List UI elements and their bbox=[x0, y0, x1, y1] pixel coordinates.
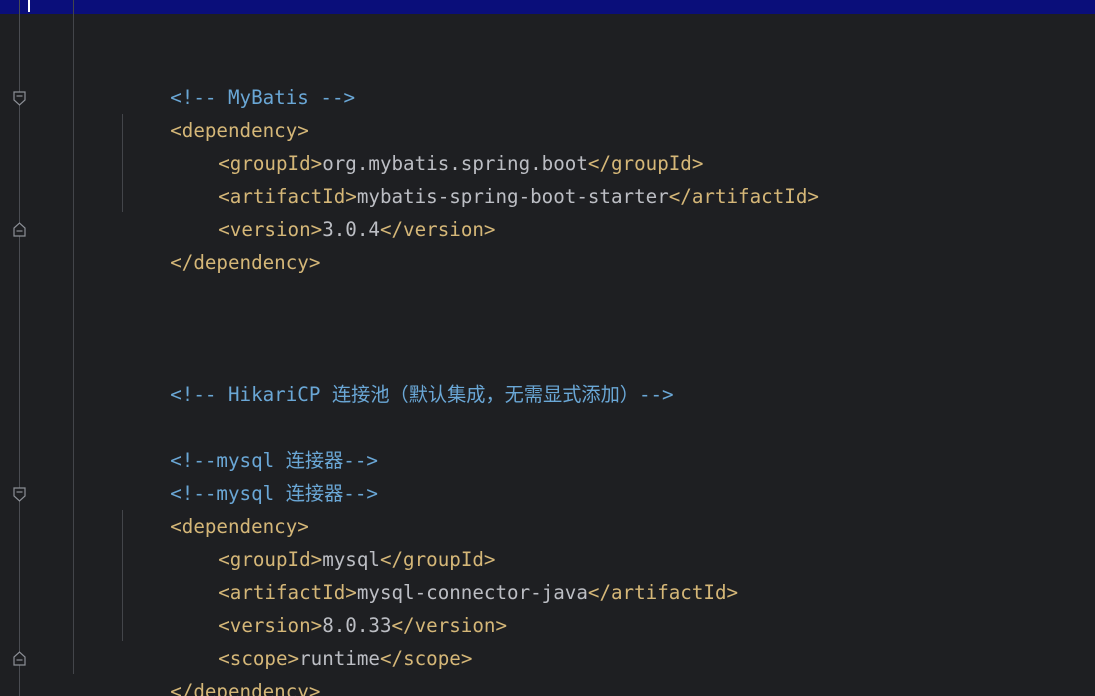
fold-close-icon[interactable] bbox=[13, 222, 26, 237]
xml-comment: <!-- HikariCP 连接池（默认集成，无需显式添加）--> bbox=[170, 383, 674, 406]
indent-guide-mysql-block bbox=[122, 510, 123, 641]
code-line: <dependency> bbox=[124, 477, 309, 538]
xml-close-tag: </dependency> bbox=[170, 251, 321, 274]
indent-guide-outer bbox=[73, 0, 74, 674]
code-line: <!--mysql 连接器--> bbox=[124, 411, 378, 472]
current-line-highlight bbox=[0, 0, 1095, 14]
code-editor[interactable]: <!-- MyBatis --> <dependency> <groupId>o… bbox=[0, 0, 1095, 696]
code-line: <dependency> bbox=[124, 81, 309, 142]
code-line: </dependency> bbox=[124, 642, 320, 696]
fold-open-icon[interactable] bbox=[13, 91, 26, 106]
indent-guide-mybatis-block bbox=[122, 114, 123, 212]
code-line: <!-- HikariCP 连接池（默认集成，无需显式添加）--> bbox=[124, 345, 673, 406]
fold-close-icon[interactable] bbox=[13, 651, 26, 666]
xml-close-tag: </version> bbox=[379, 218, 496, 241]
code-line: <artifactId>mysql-connector-java</artifa… bbox=[172, 543, 738, 604]
xml-close-tag: </scope> bbox=[379, 647, 473, 670]
editor-gutter bbox=[0, 0, 40, 696]
code-line: <version>8.0.33</version> bbox=[172, 576, 507, 637]
xml-value: 3.0.4 bbox=[322, 218, 380, 241]
code-line: <artifactId>mybatis-spring-boot-starter<… bbox=[172, 147, 819, 208]
xml-close-tag: </dependency> bbox=[170, 680, 321, 696]
code-line: <version>3.0.4</version> bbox=[172, 180, 495, 241]
fold-open-icon[interactable] bbox=[13, 487, 26, 502]
code-line: <!--mysql 连接器--> bbox=[124, 444, 378, 505]
xml-close-tag: </artifactId> bbox=[587, 581, 739, 604]
code-line: <groupId>org.mybatis.spring.boot</groupI… bbox=[172, 114, 703, 175]
code-line: </dependency> bbox=[124, 213, 320, 274]
code-line: <!-- MyBatis --> bbox=[124, 48, 355, 109]
xml-close-tag: </artifactId> bbox=[668, 185, 819, 208]
code-line: <groupId>mysql</groupId> bbox=[172, 510, 495, 571]
code-line: <scope>runtime</scope> bbox=[172, 609, 472, 670]
